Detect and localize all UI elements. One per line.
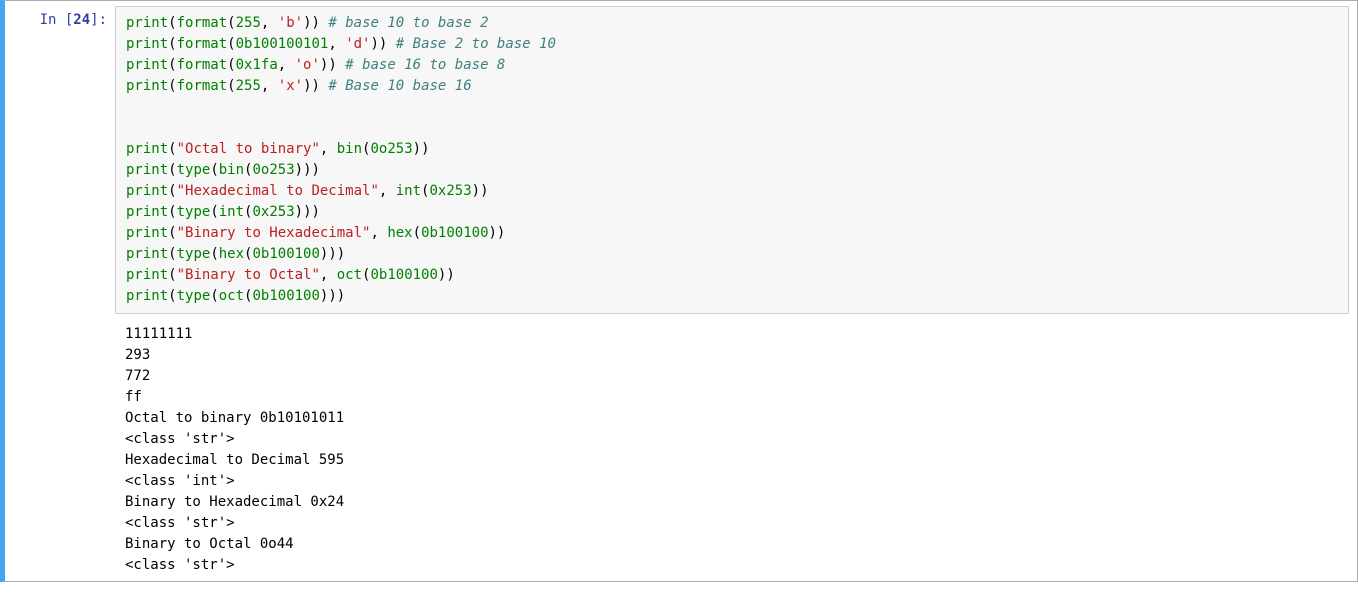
code-input-area[interactable]: print(format(255, 'b')) # base 10 to bas… [115,6,1349,314]
output-block: 11111111 293 772 ff Octal to binary 0b10… [115,314,1349,576]
cell-content: print(format(255, 'b')) # base 10 to bas… [115,6,1357,576]
notebook-cell: In [24]: print(format(255, 'b')) # base … [0,0,1358,582]
input-prompt: In [24]: [5,6,115,576]
code-source: print(format(255, 'b')) # base 10 to bas… [126,13,1342,307]
prompt-close: ]: [90,12,107,28]
stdout-output: 11111111 293 772 ff Octal to binary 0b10… [125,324,1349,576]
prompt-number: 24 [73,12,90,28]
prompt-label: In [ [40,12,74,28]
